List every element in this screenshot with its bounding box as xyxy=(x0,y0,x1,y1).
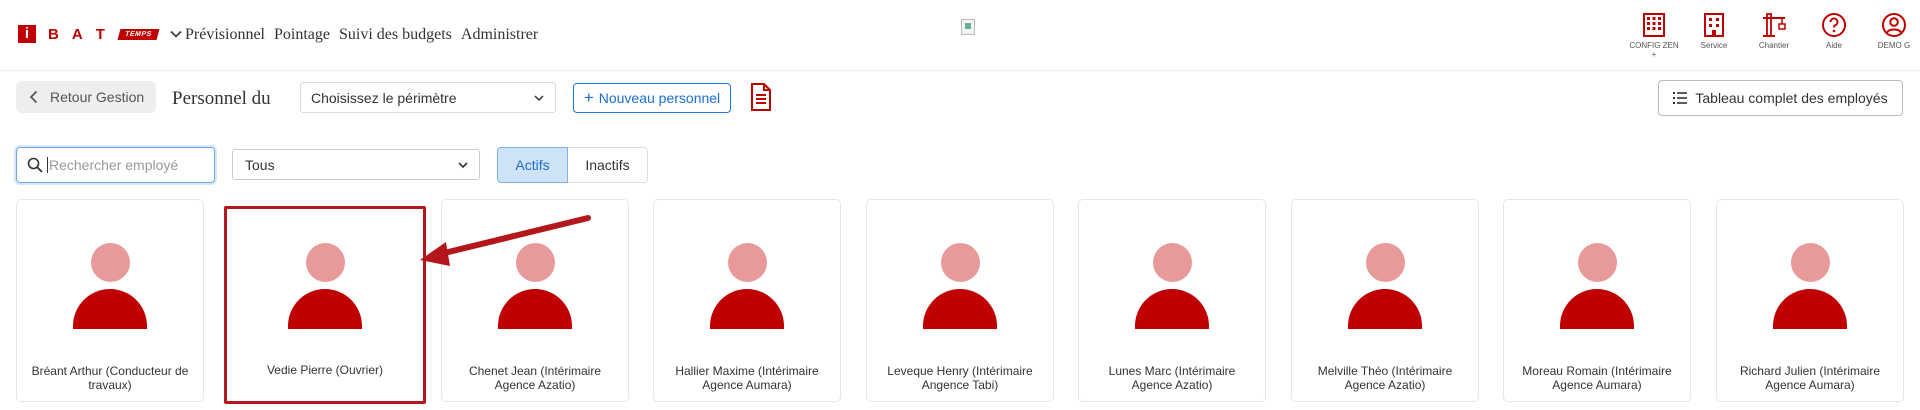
nav-label: DEMO G xyxy=(1877,41,1911,50)
office-building-icon xyxy=(1704,13,1724,37)
perimetre-select-value: Choisissez le périmètre xyxy=(311,89,457,106)
search-input[interactable] xyxy=(47,157,207,173)
avatar-icon xyxy=(923,243,997,329)
logo-badge: TEMPS xyxy=(117,28,159,40)
user-circle-icon xyxy=(1882,13,1906,37)
employee-card[interactable]: Bréant Arthur (Conducteur de travaux) xyxy=(16,199,204,402)
nav-label: Service xyxy=(1700,41,1728,50)
main-menu: Prévisionnel Pointage Suivi des budgets … xyxy=(185,26,538,44)
avatar-icon xyxy=(1773,243,1847,329)
chevron-down-icon xyxy=(458,161,468,168)
employee-card[interactable]: Richard Julien (Intérimaire Agence Aumara… xyxy=(1716,199,1904,402)
chevron-left-icon xyxy=(29,90,38,104)
avatar-icon xyxy=(1348,243,1422,329)
plus-icon: + xyxy=(583,88,594,107)
building-grid-icon xyxy=(1643,13,1665,37)
employee-name: Melville Théo (Intérimaire Agence Azatio) xyxy=(1317,364,1453,392)
employee-type-value: Tous xyxy=(245,156,275,173)
logo-letters: B A T xyxy=(48,26,105,43)
employee-card[interactable]: Chenet Jean (Intérimaire Agence Azatio) xyxy=(441,199,629,402)
avatar-icon xyxy=(710,243,784,329)
list-icon xyxy=(1673,92,1688,104)
avatar-icon xyxy=(288,243,362,329)
new-employee-button[interactable]: + Nouveau personnel xyxy=(573,83,731,113)
new-employee-label: Nouveau personnel xyxy=(598,90,721,106)
employee-card[interactable]: Leveque Henry (Intérimaire Angence Tabi) xyxy=(866,199,1054,402)
inactive-toggle-button[interactable]: Inactifs xyxy=(568,147,648,183)
employee-name: Leveque Henry (Intérimaire Angence Tabi) xyxy=(887,364,1033,392)
employee-name: Lunes Marc (Intérimaire Agence Azatio) xyxy=(1108,364,1236,392)
ibat-logo[interactable]: i B A T TEMPS xyxy=(18,25,183,43)
pdf-document-icon[interactable] xyxy=(750,83,772,111)
logo-letter: B xyxy=(48,25,59,43)
logo-letter: A xyxy=(71,25,83,43)
nav-chantier[interactable]: Chantier xyxy=(1744,12,1804,50)
help-circle-icon xyxy=(1822,13,1846,37)
nav-config-zen[interactable]: CONFIG ZEN + xyxy=(1624,12,1684,59)
employee-name: Chenet Jean (Intérimaire Agence Azatio) xyxy=(468,364,602,392)
menu-item-pointage[interactable]: Pointage xyxy=(274,26,330,44)
nav-aide[interactable]: Aide xyxy=(1804,12,1864,50)
employee-card-highlighted[interactable]: Vedie Pierre (Ouvrier) xyxy=(224,206,426,404)
employee-name: Hallier Maxime (Intérimaire Agence Aumara… xyxy=(675,364,819,392)
broken-image-icon xyxy=(961,19,975,35)
full-table-label: Tableau complet des employés xyxy=(1695,90,1888,106)
logo-letter: T xyxy=(95,25,105,43)
crane-icon xyxy=(1763,13,1786,37)
menu-item-administrer[interactable]: Administrer xyxy=(461,26,538,44)
back-button-label: Retour Gestion xyxy=(50,89,145,105)
page: i B A T TEMPS Prévisionnel Pointage Suiv… xyxy=(0,0,1920,410)
menu-item-previsionnel[interactable]: Prévisionnel xyxy=(185,26,265,44)
avatar-icon xyxy=(498,243,572,329)
avatar-icon xyxy=(1560,243,1634,329)
employee-type-select[interactable]: Tous xyxy=(232,149,480,180)
perimetre-select[interactable]: Choisissez le périmètre xyxy=(300,82,556,113)
nav-service[interactable]: Service xyxy=(1684,12,1744,50)
nav-label: Aide xyxy=(1825,41,1842,50)
top-navbar: i B A T TEMPS Prévisionnel Pointage Suiv… xyxy=(0,0,1920,70)
sub-toolbar: Retour Gestion Personnel du Choisissez l… xyxy=(0,70,1920,125)
menu-item-suivi-budgets[interactable]: Suivi des budgets xyxy=(339,26,452,44)
nav-label: Chantier xyxy=(1758,41,1790,50)
employee-card[interactable]: Lunes Marc (Intérimaire Agence Azatio) xyxy=(1078,199,1266,402)
avatar-icon xyxy=(73,243,147,329)
employee-name: Moreau Romain (Intérimaire Agence Aumara) xyxy=(1522,364,1672,392)
employee-card[interactable]: Hallier Maxime (Intérimaire Agence Aumara… xyxy=(653,199,841,402)
employee-name: Bréant Arthur (Conducteur de travaux) xyxy=(31,364,189,392)
search-icon xyxy=(27,157,43,173)
active-toggle-button[interactable]: Actifs xyxy=(497,147,568,183)
full-table-button[interactable]: Tableau complet des employés xyxy=(1658,80,1903,116)
nav-sublabel: + xyxy=(1651,50,1657,59)
employee-card[interactable]: Moreau Romain (Intérimaire Agence Aumara) xyxy=(1503,199,1691,402)
employee-name: Vedie Pierre (Ouvrier) xyxy=(266,363,384,377)
chevron-down-icon xyxy=(534,94,544,101)
logo-i: i xyxy=(18,25,36,43)
status-toggle: Actifs Inactifs xyxy=(497,147,648,183)
nav-label: CONFIG ZEN xyxy=(1629,41,1679,50)
employee-name: Richard Julien (Intérimaire Agence Aumara… xyxy=(1739,364,1881,392)
back-button[interactable]: Retour Gestion xyxy=(16,81,156,113)
employee-card[interactable]: Melville Théo (Intérimaire Agence Azatio) xyxy=(1291,199,1479,402)
chevron-down-icon[interactable] xyxy=(169,27,183,41)
avatar-icon xyxy=(1135,243,1209,329)
employee-search[interactable] xyxy=(16,147,215,183)
page-title: Personnel du xyxy=(172,88,271,109)
nav-user[interactable]: DEMO G xyxy=(1864,12,1920,50)
